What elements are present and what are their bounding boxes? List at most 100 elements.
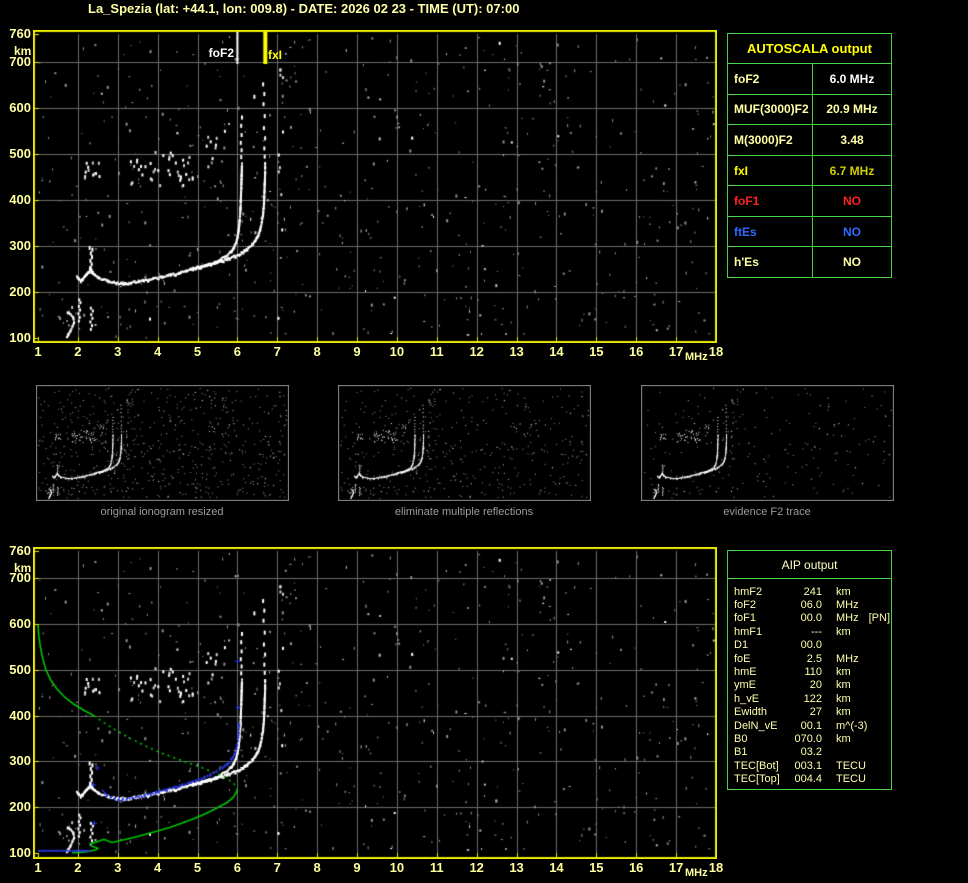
aip-row-label: B1	[734, 746, 748, 759]
x-tick-label: 2	[74, 344, 82, 359]
top-ionogram-canvas	[33, 30, 717, 343]
thumbnail-eliminate-reflections	[338, 385, 591, 501]
aip-row: foF1 00.0 MHz [PN]	[734, 612, 891, 625]
aip-row-label: Ewidth	[734, 706, 768, 719]
x-tick-label: 15	[589, 860, 604, 875]
aip-row-value: 00.0	[800, 612, 822, 625]
x-axis-unit-label-bottom: MHz	[685, 867, 708, 879]
aip-row: Ewidth 27 km	[734, 706, 891, 719]
thumbnail-original-ionogram	[36, 385, 289, 501]
autoscala-row-value: 6.7 MHz	[829, 163, 875, 178]
aip-row-unit: km	[836, 679, 851, 692]
x-tick-label: 18	[708, 860, 724, 875]
y-tick-label: 400	[9, 191, 31, 207]
aip-row-value: 003.1	[794, 759, 822, 772]
aip-row-label: foE	[734, 652, 751, 665]
x-tick-label: 11	[429, 860, 444, 875]
aip-row-label: TEC[Top]	[734, 773, 780, 786]
x-tick-label: 8	[313, 344, 321, 359]
autoscala-row: MUF(3000)F2 20.9 MHz	[728, 93, 891, 125]
y-tick-label: 760	[9, 26, 31, 41]
autoscala-table-header: AUTOSCALA output	[747, 41, 872, 56]
aip-row-value: ---	[811, 625, 822, 638]
autoscala-row-value: 20.9 MHz	[826, 102, 878, 117]
autoscala-row-label: foF2	[728, 64, 813, 94]
y-tick-label: 200	[9, 799, 31, 815]
x-tick-label: 15	[589, 344, 604, 359]
aip-row: foE 2.5 MHz	[734, 652, 891, 665]
thumbnail-caption-original: original ionogram resized	[100, 506, 224, 518]
y-tick-label: 500	[9, 145, 31, 161]
autoscala-row: foF2 6.0 MHz	[728, 63, 891, 94]
x-tick-label: 13	[509, 344, 524, 359]
aip-row-label: ymE	[734, 679, 756, 692]
aip-row-value: 00.0	[800, 639, 822, 652]
aip-row-unit: km	[836, 692, 851, 705]
thumbnail-caption-eliminate: eliminate multiple reflections	[394, 506, 534, 518]
x-tick-label: 1	[34, 860, 42, 875]
x-tick-label: 7	[273, 860, 281, 875]
thumbnail-evidence-f2-trace	[641, 385, 894, 501]
x-tick-label: 11	[429, 344, 444, 359]
aip-row: foF2 06.0 MHz	[734, 598, 891, 611]
x-tick-label: 12	[469, 344, 484, 359]
x-tick-label: 16	[628, 344, 644, 359]
aip-row-value: 00.1	[800, 719, 822, 732]
x-tick-label: 3	[114, 344, 122, 359]
x-tick-label: 5	[193, 860, 202, 875]
x-tick-label: 1	[34, 344, 42, 359]
x-tick-label: 16	[628, 860, 644, 875]
aip-row: ymE 20 km	[734, 679, 891, 692]
y-tick-label: 100	[9, 845, 31, 861]
aip-row: h_vE 122 km	[734, 692, 891, 705]
aip-row-value: 004.4	[794, 773, 822, 786]
aip-row-value: 122	[803, 692, 822, 705]
autoscala-row: fxI 6.7 MHz	[728, 154, 891, 186]
aip-row-value: 2.5	[806, 652, 822, 665]
autoscala-row-value: NO	[843, 194, 861, 209]
bottom-ionogram-canvas	[33, 547, 717, 859]
aip-row-value: 27	[809, 706, 822, 719]
autoscala-row: foF1 NO	[728, 185, 891, 216]
autoscala-row: ftEs NO	[728, 215, 891, 247]
aip-row-unit: MHz	[836, 599, 859, 612]
aip-row-unit: m^(-3)	[836, 719, 868, 732]
aip-row: TEC[Bot] 003.1 TECU	[734, 759, 891, 772]
autoscala-row: M(3000)F2 3.48	[728, 124, 891, 155]
aip-row: B0 070.0 km	[734, 732, 891, 745]
x-tick-label: 14	[549, 344, 564, 359]
aip-row-value: 241	[803, 585, 822, 598]
aip-row-label: hmE	[734, 666, 757, 679]
aip-row-label: foF1	[734, 612, 757, 625]
x-axis-unit-label: MHz	[685, 351, 708, 363]
y-tick-label: 100	[9, 329, 31, 345]
aip-output-table: AIP output hmF2 241 km foF2 06.0 MHz foF1 00.0 M…	[727, 550, 892, 790]
aip-row-unit: km	[836, 732, 851, 745]
x-tick-label: 4	[154, 344, 162, 359]
y-tick-label: 600	[9, 616, 31, 632]
aip-row-note: [PN]	[868, 612, 891, 625]
aip-row-value: 070.0	[794, 732, 822, 745]
aip-row-value: 20	[809, 679, 822, 692]
autoscala-row-label: ftEs	[728, 216, 813, 247]
autoscala-output-table: AUTOSCALA output foF2 6.0 MHz MUF(3000)F2 2…	[727, 33, 892, 278]
aip-row: B1 03.2	[734, 746, 891, 759]
x-tick-label: 2	[74, 860, 82, 875]
x-tick-label: 14	[549, 860, 564, 875]
y-tick-label: 300	[9, 753, 31, 769]
aip-row-value: 110	[804, 666, 822, 679]
x-tick-label: 17	[668, 860, 684, 875]
x-tick-label: 5	[193, 344, 202, 359]
y-tick-label: 760	[9, 543, 31, 558]
autoscala-row-label: h'Es	[728, 247, 813, 278]
page-title: La_Spezia (lat: +44.1, lon: 009.8) - DAT…	[88, 1, 520, 16]
x-tick-label: 18	[708, 344, 724, 359]
aip-row-value: 06.0	[800, 599, 822, 612]
aip-row-unit: km	[836, 585, 851, 598]
aip-row-label: DelN_vE	[734, 719, 778, 732]
foF2-marker-label: foF2	[208, 46, 234, 60]
x-tick-label: 10	[389, 860, 405, 875]
x-tick-label: 6	[233, 860, 242, 875]
y-tick-label: 300	[9, 237, 31, 253]
autoscala-row-value: NO	[843, 224, 861, 239]
